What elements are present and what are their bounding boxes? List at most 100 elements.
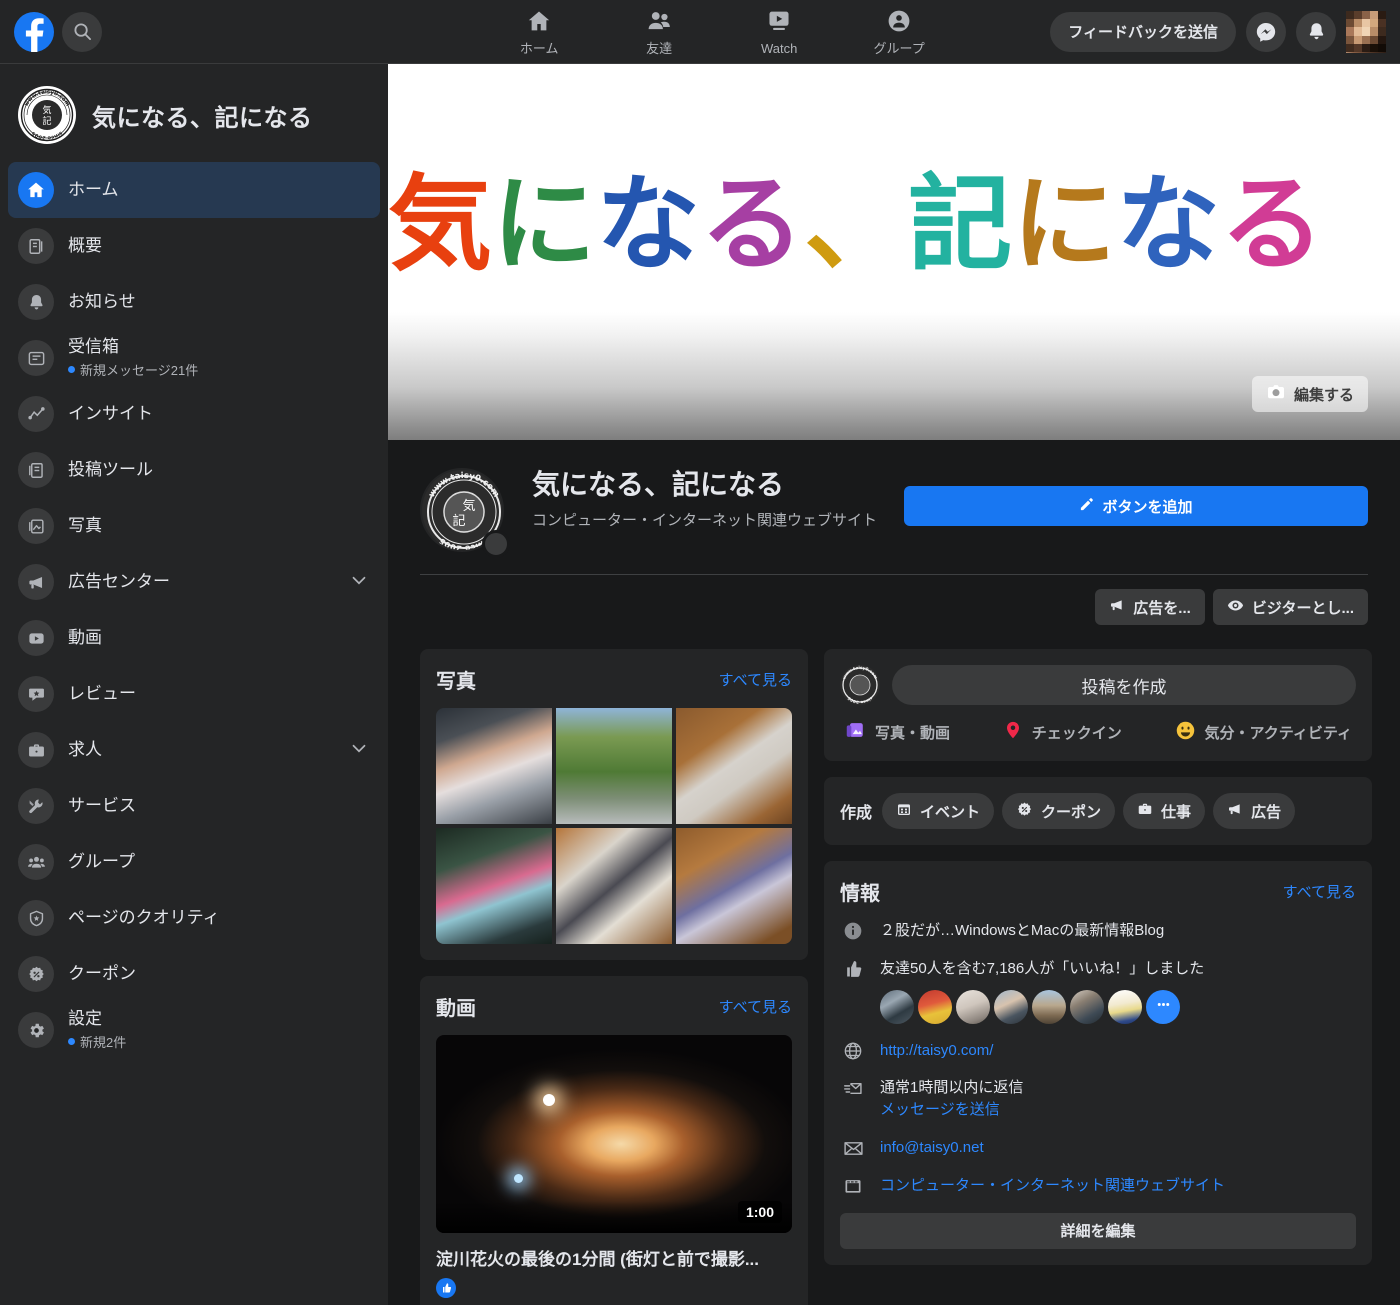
megaphone-icon [1109, 597, 1125, 617]
pencil-icon [1079, 497, 1094, 516]
topbar-left-group [0, 11, 388, 52]
composer-feeling-activity-button[interactable]: 気分・アクティビティ [1175, 720, 1352, 745]
sidebar-item-settings-label: 設定 [68, 1009, 102, 1029]
megaphone-icon [18, 564, 54, 600]
video-thumbnail[interactable]: 1:00 [436, 1035, 792, 1233]
edit-cover-button[interactable]: 編集する [1251, 376, 1368, 412]
add-button-cta[interactable]: ボタンを追加 [904, 486, 1368, 526]
search-button[interactable] [62, 11, 102, 52]
edit-cover-label: 編集する [1293, 386, 1354, 404]
liker-avatar[interactable] [918, 989, 952, 1024]
likers-more-button[interactable] [1146, 989, 1180, 1024]
groups-icon [18, 844, 54, 880]
sidebar-item-inbox[interactable]: 受信箱 新規メッセージ21件 [8, 330, 380, 386]
left-column: 写真 すべて見る 動画 すべて見る 1:00 淀川花火の最後の1分間 (街灯と前… [420, 649, 808, 1305]
nav-tab-friends[interactable]: 友達 [599, 4, 719, 60]
sidebar-item-services[interactable]: サービス [8, 778, 380, 834]
sidebar-item-overview[interactable]: 概要 [8, 218, 380, 274]
sidebar-item-insights-label: インサイト [68, 403, 153, 423]
page-title: 気になる、記になる [532, 469, 785, 500]
info-email-link[interactable]: info@taisy0.net [880, 1137, 1356, 1159]
sidebar-page-header[interactable]: 気 記 www.taisy0.com since 2005 気になる、記になる [0, 64, 388, 162]
sidebar-item-offers[interactable]: クーポン [8, 946, 380, 1002]
sidebar-item-insights[interactable]: インサイト [8, 386, 380, 442]
send-feedback-button[interactable]: フィードバックを送信 [1050, 11, 1236, 52]
sidebar-item-home[interactable]: ホーム [8, 162, 380, 218]
videos-see-all-link[interactable]: すべて見る [719, 996, 792, 1017]
composer-photo-video-button[interactable]: 写真・動画 [844, 719, 950, 745]
photo-thumbnail[interactable] [676, 708, 792, 824]
composer-row: www.taisy0.com since 2005 投稿を作成 [840, 665, 1356, 705]
photo-thumbnail[interactable] [556, 708, 672, 824]
sidebar-item-groups[interactable]: グループ [8, 834, 380, 890]
offer-icon [18, 956, 54, 992]
sidebar-item-reviews[interactable]: レビュー [8, 666, 380, 722]
sidebar-item-jobs[interactable]: 求人 [8, 722, 380, 778]
photos-see-all-link[interactable]: すべて見る [719, 669, 792, 690]
sidebar-item-offers-label: クーポン [68, 963, 136, 983]
globe-icon [840, 1040, 866, 1061]
info-send-message-link[interactable]: メッセージを送信 [880, 1099, 1356, 1121]
sidebar-item-settings-sub-text: 新規2件 [80, 1034, 127, 1050]
info-card: 情報 すべて見る ２股だが…WindowsとMacの最新情報Blog 友達50人… [824, 861, 1372, 1265]
profile-picture-edit-badge[interactable] [482, 530, 510, 558]
create-post-input[interactable]: 投稿を作成 [892, 665, 1356, 705]
cover-title-char-2: な [596, 163, 701, 285]
sidebar-item-publishing-tools[interactable]: 投稿ツール [8, 442, 380, 498]
video-meta [436, 1278, 792, 1298]
page-category: コンピューター・インターネット関連ウェブサイト [532, 511, 878, 529]
info-website-link[interactable]: http://taisy0.com/ [880, 1040, 1356, 1062]
nav-tab-watch[interactable]: Watch [719, 4, 839, 60]
overview-icon [18, 228, 54, 264]
sidebar-item-settings[interactable]: 設定 新規2件 [8, 1002, 380, 1058]
unread-dot-icon [68, 1037, 75, 1045]
chevron-down-icon[interactable] [348, 737, 370, 764]
briefcase-icon [1137, 801, 1153, 821]
composer-checkin-button[interactable]: チェックイン [1003, 720, 1122, 744]
view-as-visitor-label: ビジターとし... [1251, 599, 1354, 617]
nav-tab-home[interactable]: ホーム [479, 4, 599, 60]
view-as-visitor-button[interactable]: ビジターとし... [1212, 589, 1368, 625]
info-card-title: 情報 [840, 883, 880, 905]
inbox-icon [18, 340, 54, 376]
info-category-link[interactable]: コンピューター・インターネット関連ウェブサイト [880, 1175, 1356, 1197]
create-job-button[interactable]: 仕事 [1123, 793, 1206, 829]
liker-avatar[interactable] [956, 989, 990, 1024]
sidebar-item-videos[interactable]: 動画 [8, 610, 380, 666]
chevron-down-icon[interactable] [348, 569, 370, 596]
bell-icon[interactable] [1296, 11, 1336, 52]
facebook-logo-icon[interactable] [14, 11, 54, 52]
edit-details-button[interactable]: 詳細を編集 [840, 1212, 1356, 1249]
account-avatar[interactable] [1346, 10, 1386, 53]
cover-photo[interactable]: 気になる、記になる 編集する [388, 64, 1400, 440]
sidebar-item-ad-center[interactable]: 広告センター [8, 554, 380, 610]
video-duration-badge: 1:00 [737, 1201, 782, 1223]
create-event-button[interactable]: イベント [882, 793, 995, 829]
liker-avatar[interactable] [1070, 989, 1104, 1024]
liker-avatar[interactable] [880, 989, 914, 1024]
photo-thumbnail[interactable] [556, 828, 672, 944]
nav-tab-groups[interactable]: グループ [839, 4, 959, 60]
liker-avatar[interactable] [994, 989, 1028, 1024]
cover-title-char-5: 記 [908, 163, 1013, 285]
profile-picture-wrapper[interactable]: 気 記 www.taisy0.com since 2005 [420, 468, 510, 558]
offer-icon [1016, 801, 1033, 822]
sidebar-item-videos-label: 動画 [68, 627, 102, 647]
photo-thumbnail[interactable] [676, 828, 792, 944]
liker-avatar[interactable] [1032, 989, 1066, 1024]
info-see-all-link[interactable]: すべて見る [1283, 881, 1356, 902]
info-description-text: ２股だが…WindowsとMacの最新情報Blog [880, 922, 1165, 939]
composer-card: www.taisy0.com since 2005 投稿を作成 写真・動画 チェ… [824, 649, 1372, 761]
photo-thumbnail[interactable] [436, 708, 552, 824]
page-logo-icon: 気 記 www.taisy0.com since 2005 [18, 86, 76, 144]
liker-avatar[interactable] [1108, 989, 1142, 1024]
sidebar-item-page-quality[interactable]: ページのクオリティ [8, 890, 380, 946]
sidebar-item-photos[interactable]: 写真 [8, 498, 380, 554]
sidebar-item-notifications[interactable]: お知らせ [8, 274, 380, 330]
create-offer-button[interactable]: クーポン [1002, 793, 1116, 829]
cover-title-char-6: に [1012, 163, 1117, 285]
promote-page-button[interactable]: 広告を... [1095, 589, 1205, 625]
messenger-icon[interactable] [1246, 11, 1286, 52]
create-ad-button[interactable]: 広告 [1213, 793, 1296, 829]
photo-thumbnail[interactable] [436, 828, 552, 944]
